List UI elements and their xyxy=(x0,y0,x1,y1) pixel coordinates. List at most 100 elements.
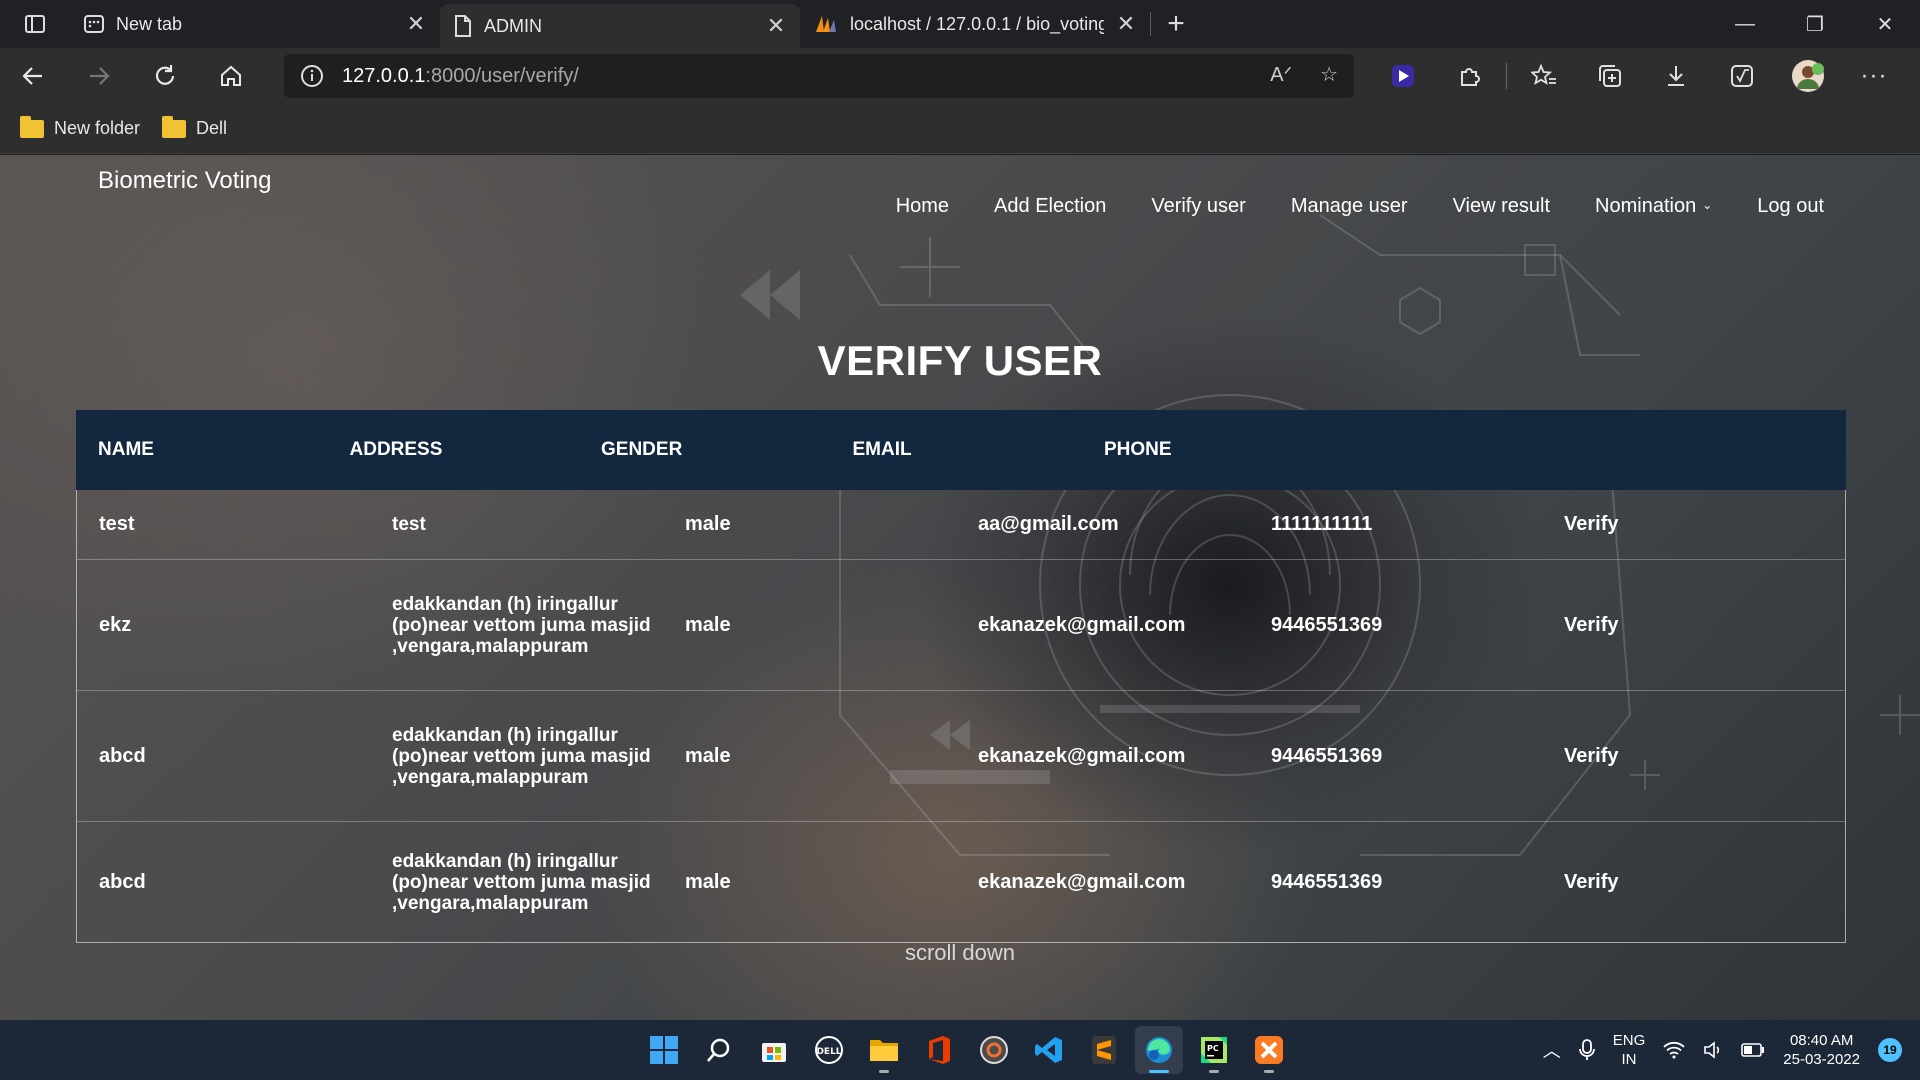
favorites-button[interactable] xyxy=(1511,48,1577,104)
math-solver-icon xyxy=(1731,65,1753,87)
cell-name: test xyxy=(99,513,135,535)
nav-manage-user[interactable]: Manage user xyxy=(1291,195,1408,218)
new-tab-button[interactable]: + xyxy=(1151,0,1201,48)
nav-nomination-dropdown[interactable]: Nomination ⌄ xyxy=(1595,195,1712,218)
math-solver-button[interactable] xyxy=(1709,48,1775,104)
start-button[interactable] xyxy=(640,1026,688,1074)
bookmark-new-folder[interactable]: New folder xyxy=(20,115,141,139)
cell-address: test xyxy=(392,514,426,535)
home-button[interactable] xyxy=(198,48,264,104)
xampp-button[interactable] xyxy=(1245,1026,1293,1074)
close-tab-icon[interactable]: ✕ xyxy=(766,13,786,39)
file-explorer-button[interactable] xyxy=(860,1026,908,1074)
close-tab-icon[interactable]: ✕ xyxy=(1116,11,1136,37)
dell-button[interactable]: DELL xyxy=(805,1026,853,1074)
running-indicator xyxy=(1209,1070,1219,1073)
profile-button[interactable] xyxy=(1775,48,1841,104)
verify-link[interactable]: Verify xyxy=(1564,871,1764,894)
bookmarks-bar: New folder Dell xyxy=(0,104,1920,154)
page-icon xyxy=(455,15,471,37)
search-icon xyxy=(707,1038,730,1062)
store-icon xyxy=(762,1043,786,1062)
vscode-button[interactable] xyxy=(1025,1026,1073,1074)
add-favorite-icon[interactable]: ☆ xyxy=(1320,62,1338,87)
tab-new-tab[interactable]: New tab ✕ xyxy=(70,0,440,48)
collections-button[interactable] xyxy=(1577,48,1643,104)
restore-button[interactable]: ❐ xyxy=(1780,0,1850,48)
cell-gender: male xyxy=(685,513,731,535)
refresh-button[interactable] xyxy=(132,48,198,104)
pycharm-button[interactable]: PC xyxy=(1190,1026,1238,1074)
language-indicator[interactable]: ENG IN xyxy=(1613,1031,1646,1069)
url-path: :8000/user/verify/ xyxy=(425,64,579,87)
nav-verify-user[interactable]: Verify user xyxy=(1151,195,1245,218)
running-indicator xyxy=(879,1070,889,1073)
tab-phpmyadmin[interactable]: localhost / 127.0.0.1 / bio_voting ✕ xyxy=(800,0,1150,48)
edge-button[interactable] xyxy=(1135,1026,1183,1074)
forward-button[interactable] xyxy=(66,48,132,104)
nav-nomination-label: Nomination xyxy=(1595,195,1697,217)
bookmark-label: New folder xyxy=(54,118,141,138)
page-content: Biometric Voting Home Add Election Verif… xyxy=(0,155,1920,1020)
clock[interactable]: 08:40 AM 25-03-2022 xyxy=(1783,1031,1860,1069)
nav-add-election[interactable]: Add Election xyxy=(994,195,1106,218)
store-button[interactable] xyxy=(750,1026,798,1074)
bookmark-label: Dell xyxy=(196,118,228,138)
extensions-button[interactable] xyxy=(1436,48,1502,104)
cell-phone: 1111111111 xyxy=(1271,513,1373,535)
chevron-up-icon[interactable]: ︿ xyxy=(1543,1037,1561,1063)
pycharm-icon: PC xyxy=(1201,1037,1227,1063)
office-icon xyxy=(929,1036,950,1064)
extension-button[interactable] xyxy=(1370,48,1436,104)
close-tab-icon[interactable]: ✕ xyxy=(406,11,426,37)
cell-name: ekz xyxy=(99,613,132,636)
svg-text:PC: PC xyxy=(1207,1044,1219,1053)
microphone-icon[interactable] xyxy=(1578,1039,1595,1061)
site-info-icon[interactable] xyxy=(300,64,324,88)
cell-address: edakkandan (h) iringallur (po)near vetto… xyxy=(392,593,651,657)
sublime-button[interactable] xyxy=(1080,1026,1128,1074)
minimize-button[interactable]: — xyxy=(1710,0,1780,48)
running-indicator xyxy=(1264,1070,1274,1073)
back-button[interactable] xyxy=(0,48,66,104)
url-text[interactable]: 127.0.0.1:8000/user/verify/ xyxy=(342,65,579,88)
region-code: IN xyxy=(1621,1051,1637,1068)
media-player-button[interactable] xyxy=(970,1026,1018,1074)
battery-icon[interactable] xyxy=(1741,1043,1765,1057)
verify-link[interactable]: Verify xyxy=(1564,745,1764,768)
site-brand[interactable]: Biometric Voting xyxy=(98,167,271,195)
url-host: 127.0.0.1 xyxy=(342,64,426,87)
cell-gender: male xyxy=(685,613,731,636)
system-tray: ︿ ENG IN 08:40 AM 25-03-2022 19 xyxy=(1543,1020,1902,1080)
nav-view-result[interactable]: View result xyxy=(1453,195,1550,218)
tab-title: ADMIN xyxy=(484,15,542,36)
address-bar[interactable]: 127.0.0.1:8000/user/verify/ Aᐟ ☆ xyxy=(284,54,1354,98)
notification-badge[interactable]: 19 xyxy=(1878,1038,1902,1062)
nav-home[interactable]: Home xyxy=(896,195,949,218)
minimize-icon: — xyxy=(1735,12,1755,35)
nav-logout[interactable]: Log out xyxy=(1757,195,1824,218)
verify-link[interactable]: Verify xyxy=(1564,513,1764,536)
main-nav: Home Add Election Verify user Manage use… xyxy=(896,195,1824,218)
cell-gender: male xyxy=(685,870,731,893)
close-icon: ✕ xyxy=(1876,13,1894,36)
wifi-icon[interactable] xyxy=(1663,1041,1685,1059)
bookmark-dell[interactable]: Dell xyxy=(162,115,228,139)
table-row: ekz edakkandan (h) iringallur (po)near v… xyxy=(77,560,1845,691)
taskbar: DELL PC ︿ ENG IN 08:40 AM 25-03-2022 19 xyxy=(0,1020,1920,1080)
table-header: NAME ADDRESS GENDER EMAIL PHONE xyxy=(76,410,1846,490)
settings-menu-button[interactable]: ··· xyxy=(1841,48,1907,104)
verify-user-table: NAME ADDRESS GENDER EMAIL PHONE test tes… xyxy=(76,410,1846,943)
tab-admin[interactable]: ADMIN ✕ xyxy=(440,4,800,48)
search-button[interactable] xyxy=(695,1026,743,1074)
verify-link[interactable]: Verify xyxy=(1564,614,1764,637)
download-icon xyxy=(1668,66,1684,86)
close-window-button[interactable]: ✕ xyxy=(1850,0,1920,48)
tab-actions-button[interactable] xyxy=(0,0,70,48)
phpmyadmin-icon xyxy=(816,16,836,32)
cell-phone: 9446551369 xyxy=(1271,613,1383,636)
volume-icon[interactable] xyxy=(1703,1041,1723,1059)
downloads-button[interactable] xyxy=(1643,48,1709,104)
office-button[interactable] xyxy=(915,1026,963,1074)
read-aloud-icon[interactable]: Aᐟ xyxy=(1270,62,1292,87)
